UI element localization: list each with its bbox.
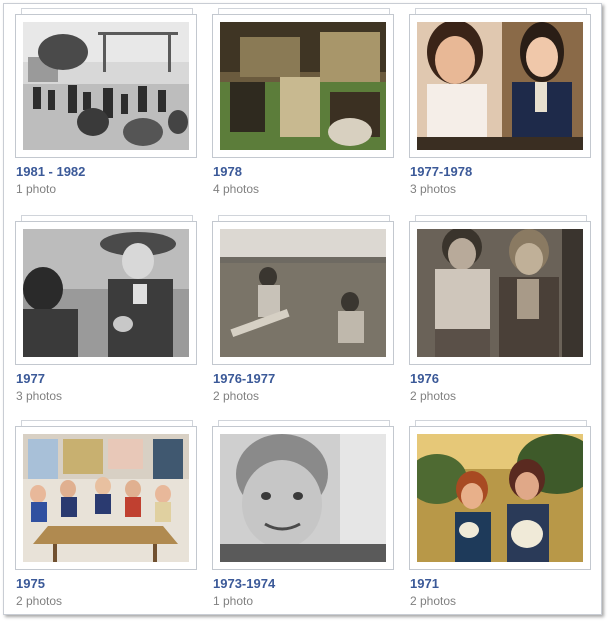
album-1978[interactable]: 1978 4 photos bbox=[212, 8, 402, 208]
album-cover-photo[interactable] bbox=[220, 22, 386, 150]
album-title[interactable]: 1976 bbox=[410, 371, 439, 386]
album-1973-1974[interactable]: 1973-1974 1 photo bbox=[212, 420, 402, 620]
album-cover-stack[interactable] bbox=[409, 215, 599, 365]
album-1977[interactable]: 1977 3 photos bbox=[15, 215, 205, 415]
album-title[interactable]: 1978 bbox=[213, 164, 242, 179]
album-photo-count: 2 photos bbox=[410, 389, 457, 403]
album-grid-panel: 1981 - 1982 1 photo 1978 4 photos 1977-1… bbox=[3, 3, 602, 615]
album-cover-photo[interactable] bbox=[417, 22, 583, 150]
album-photo-count: 1 photo bbox=[16, 182, 57, 196]
album-cover-photo[interactable] bbox=[220, 434, 386, 562]
album-1976-1977[interactable]: 1976-1977 2 photos bbox=[212, 215, 402, 415]
album-cover-photo[interactable] bbox=[417, 434, 583, 562]
album-photo-count: 2 photos bbox=[213, 389, 260, 403]
album-title[interactable]: 1973-1974 bbox=[213, 576, 275, 591]
album-cover-photo[interactable] bbox=[417, 229, 583, 357]
album-cover-stack[interactable] bbox=[15, 215, 205, 365]
album-photo-count: 2 photos bbox=[16, 594, 63, 608]
album-1981-1982[interactable]: 1981 - 1982 1 photo bbox=[15, 8, 205, 208]
album-photo-count: 3 photos bbox=[410, 182, 457, 196]
album-photo-count: 2 photos bbox=[410, 594, 457, 608]
album-cover-stack[interactable] bbox=[15, 420, 205, 570]
album-1971[interactable]: 1971 2 photos bbox=[409, 420, 599, 620]
album-title[interactable]: 1975 bbox=[16, 576, 45, 591]
album-cover-stack[interactable] bbox=[15, 8, 205, 158]
album-title[interactable]: 1976-1977 bbox=[213, 371, 275, 386]
album-photo-count: 1 photo bbox=[213, 594, 254, 608]
album-title[interactable]: 1981 - 1982 bbox=[16, 164, 85, 179]
album-title[interactable]: 1977-1978 bbox=[410, 164, 472, 179]
album-cover-photo[interactable] bbox=[23, 229, 189, 357]
album-cover-stack[interactable] bbox=[212, 420, 402, 570]
album-photo-count: 3 photos bbox=[16, 389, 63, 403]
album-cover-stack[interactable] bbox=[409, 420, 599, 570]
album-1976[interactable]: 1976 2 photos bbox=[409, 215, 599, 415]
album-cover-photo[interactable] bbox=[23, 22, 189, 150]
album-photo-count: 4 photos bbox=[213, 182, 260, 196]
album-title[interactable]: 1971 bbox=[410, 576, 439, 591]
album-1975[interactable]: 1975 2 photos bbox=[15, 420, 205, 620]
album-cover-photo[interactable] bbox=[23, 434, 189, 562]
album-title[interactable]: 1977 bbox=[16, 371, 45, 386]
album-cover-stack[interactable] bbox=[212, 8, 402, 158]
album-cover-stack[interactable] bbox=[212, 215, 402, 365]
album-cover-stack[interactable] bbox=[409, 8, 599, 158]
album-cover-photo[interactable] bbox=[220, 229, 386, 357]
album-1977-1978[interactable]: 1977-1978 3 photos bbox=[409, 8, 599, 208]
